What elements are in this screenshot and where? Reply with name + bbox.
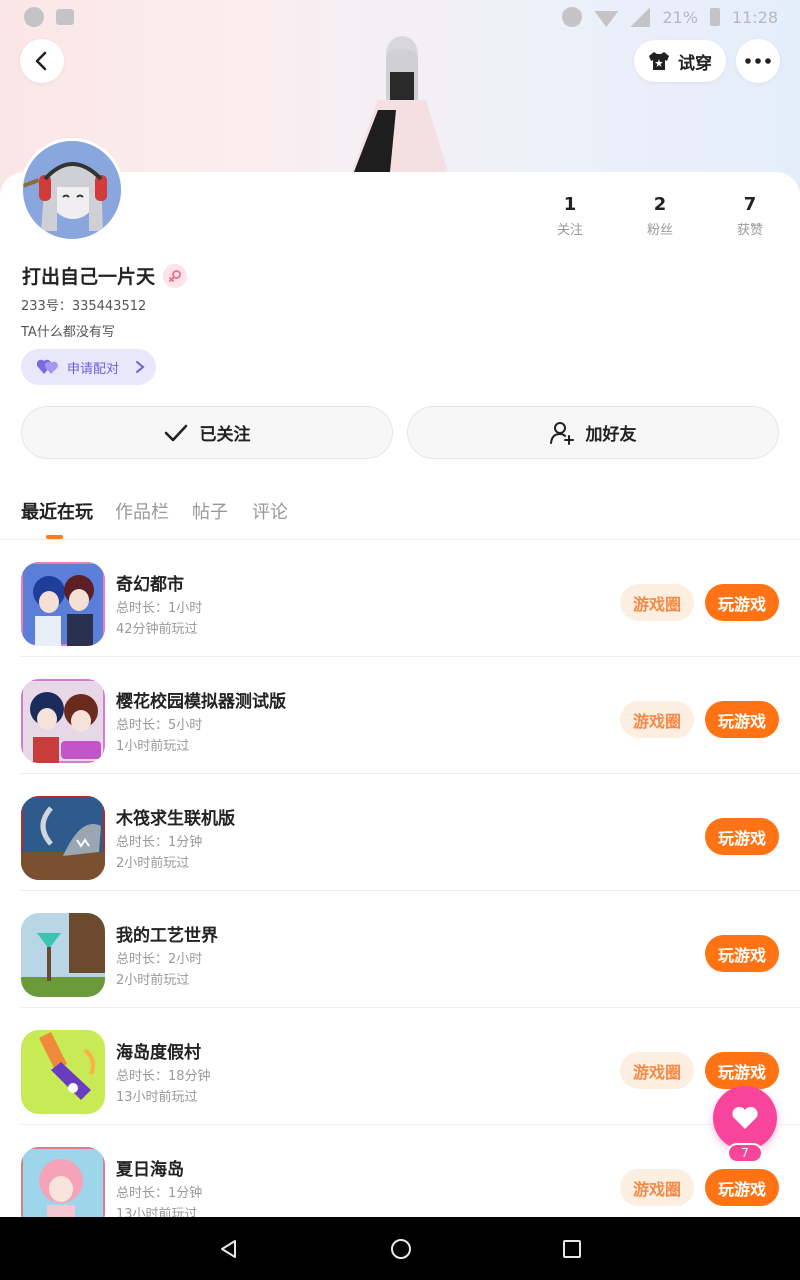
stat-following[interactable]: 1 关注 [540,194,600,238]
profile-tabs: 最近在玩 作品栏 帖子 评论 [0,496,800,540]
tshirt-icon [649,52,669,70]
user-bio: TA什么都没有写 [21,325,115,340]
game-duration: 总时长：1小时 [116,601,203,616]
play-game-button[interactable]: 玩游戏 [705,701,779,738]
game-name: 木筏求生联机版 [116,809,235,829]
stat-followers-label: 粉丝 [646,223,673,238]
stat-likes[interactable]: 7 获赞 [720,194,780,238]
game-last-played: 2小时前玩过 [116,973,190,988]
stat-likes-label: 获赞 [736,223,763,238]
tab-works[interactable]: 作品栏 [115,498,169,524]
status-bar: 21% 11:28 [0,0,800,34]
avatar[interactable] [20,138,124,242]
nav-recents-icon[interactable] [562,1239,582,1259]
game-circle-button[interactable]: 游戏圈 [620,1169,694,1206]
tab-posts[interactable]: 帖子 [192,498,228,524]
apply-match-button[interactable]: 申请配对 [21,349,156,385]
battery-icon [709,8,720,26]
stat-followers-value: 2 [653,194,667,215]
game-name: 奇幻都市 [116,575,184,595]
username-row: 打出自己一片天 [22,262,188,289]
signal-icon [630,7,651,27]
game-duration: 总时长：1分钟 [116,835,203,850]
like-count-badge: 7 [727,1143,763,1163]
active-tab-indicator [46,535,63,539]
game-row[interactable]: 海岛度假村 总时长：18分钟 13小时前玩过 游戏圈 玩游戏 [0,1008,800,1125]
wifi-icon [594,11,619,27]
stat-following-value: 1 [563,194,577,215]
tab-comments[interactable]: 评论 [252,498,288,524]
game-circle-button[interactable]: 游戏圈 [620,1052,694,1089]
double-heart-icon [37,359,58,374]
game-last-played: 13小时前玩过 [116,1090,198,1105]
game-row[interactable]: 樱花校园模拟器测试版 总时长：5小时 1小时前玩过 游戏圈 玩游戏 [0,657,800,774]
game-name: 我的工艺世界 [116,926,218,946]
more-dots-icon [745,58,771,64]
add-friend-button[interactable]: 加好友 [407,406,779,459]
game-row[interactable]: 奇幻都市 总时长：1小时 42分钟前玩过 游戏圈 玩游戏 [0,540,800,657]
play-game-button[interactable]: 玩游戏 [705,935,779,972]
system-nav-bar [0,1217,800,1280]
chevron-left-icon [35,51,47,71]
like-button[interactable] [713,1086,777,1150]
game-circle-button[interactable]: 游戏圈 [620,584,694,621]
game-duration: 总时长：5小时 [116,718,203,733]
heart-icon [732,1106,758,1129]
tab-recently-played[interactable]: 最近在玩 [21,498,93,524]
check-icon [164,424,187,441]
game-icon [21,679,105,763]
game-duration: 总时长：18分钟 [116,1069,211,1084]
try-on-button[interactable]: 试穿 [634,40,726,82]
user-id: 233号：335443512 [21,299,147,314]
nav-back-icon[interactable] [218,1238,240,1260]
chevron-right-icon [136,361,145,373]
game-last-played: 42分钟前玩过 [116,622,198,637]
game-icon [21,796,105,880]
game-icon [21,913,105,997]
game-name: 夏日海岛 [116,1160,184,1180]
battery-percent: 21% [662,7,698,27]
stat-following-label: 关注 [556,223,583,238]
try-on-label: 试穿 [678,53,712,74]
followed-button[interactable]: 已关注 [21,406,393,459]
notification-icon [24,7,44,27]
add-user-icon [549,421,574,445]
play-game-button[interactable]: 玩游戏 [705,1052,779,1089]
game-name: 樱花校园模拟器测试版 [116,692,286,712]
game-duration: 总时长：2小时 [116,952,203,967]
game-icon [21,562,105,646]
character-figure [350,30,450,172]
game-row[interactable]: 我的工艺世界 总时长：2小时 2小时前玩过 玩游戏 [0,891,800,1008]
add-friend-label: 加好友 [585,425,637,445]
username: 打出自己一片天 [22,266,156,288]
more-button[interactable] [736,39,780,83]
game-icon [21,1030,105,1114]
game-duration: 总时长：1分钟 [116,1186,203,1201]
apply-match-label: 申请配对 [67,361,120,377]
clock: 11:28 [731,7,778,27]
game-row[interactable]: 木筏求生联机版 总时长：1分钟 2小时前玩过 玩游戏 [0,774,800,891]
followed-label: 已关注 [199,425,251,445]
play-game-button[interactable]: 玩游戏 [705,584,779,621]
game-name: 海岛度假村 [116,1043,201,1063]
play-game-button[interactable]: 玩游戏 [705,818,779,855]
game-last-played: 2小时前玩过 [116,856,190,871]
do-not-disturb-icon [562,7,583,27]
stat-likes-value: 7 [743,194,757,215]
play-game-button[interactable]: 玩游戏 [705,1169,779,1206]
stat-followers[interactable]: 2 粉丝 [630,194,690,238]
back-button[interactable] [20,39,64,83]
game-last-played: 1小时前玩过 [116,739,190,754]
game-circle-button[interactable]: 游戏圈 [620,701,694,738]
image-icon [56,9,74,25]
female-gender-icon [163,263,188,288]
nav-home-icon[interactable] [390,1238,412,1260]
